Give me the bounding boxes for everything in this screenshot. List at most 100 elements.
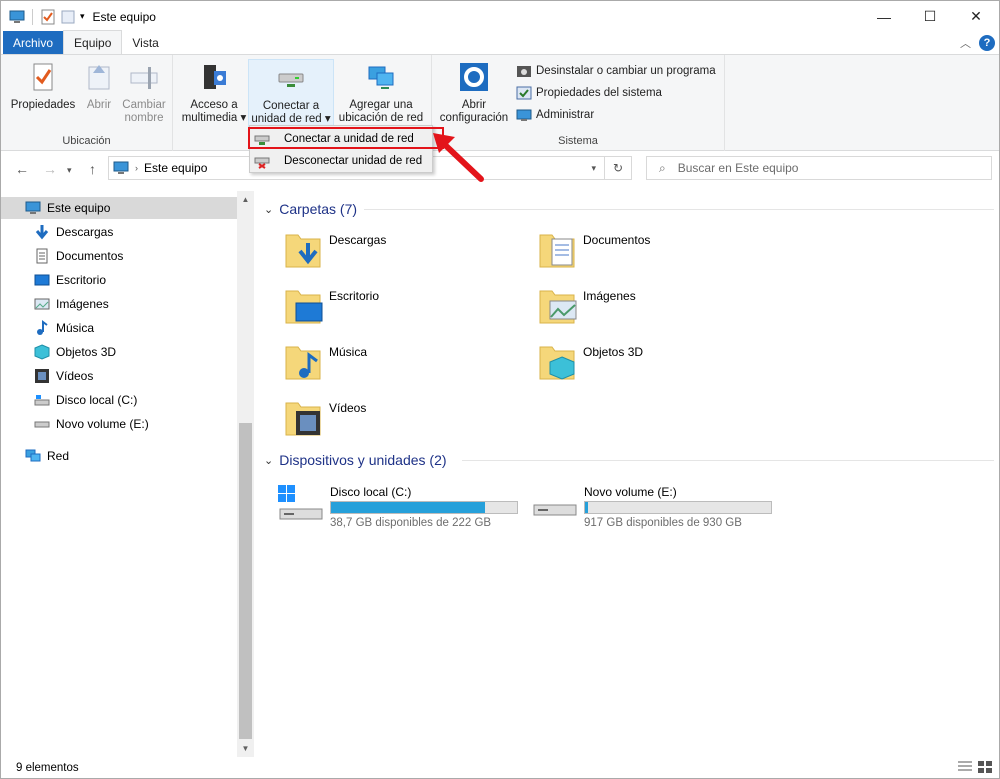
folder-name: Descargas (329, 233, 387, 247)
drive-icon (34, 395, 50, 406)
acceso-label-1: Acceso a (190, 99, 238, 111)
propiedades-button[interactable]: Propiedades (7, 59, 79, 112)
conectar-unidad-red-button[interactable]: Conectar a unidad de red ▾ (248, 59, 334, 129)
menu-item-desconectar-label: Desconectar unidad de red (284, 155, 423, 167)
cambiar-nombre-button[interactable]: Cambiar nombre (119, 59, 169, 125)
administrar-button[interactable]: Administrar (516, 105, 594, 125)
help-icon[interactable]: ? (979, 35, 995, 51)
abrir-configuracion-button[interactable]: Abrir configuración (436, 59, 512, 125)
computer-icon (113, 161, 129, 174)
agregar-label-1: Agregar una (349, 99, 413, 111)
drive-usage-fill (331, 502, 485, 513)
desinstalar-programa-button[interactable]: Desinstalar o cambiar un programa (516, 61, 716, 81)
drive-name: Disco local (C:) (330, 485, 412, 499)
refresh-button[interactable]: ↻ (605, 156, 632, 180)
nav-item-label: Este equipo (47, 201, 111, 215)
tab-archivo[interactable]: Archivo (3, 31, 64, 54)
config-label-2: configuración (439, 112, 509, 124)
folder-name: Imágenes (583, 289, 636, 303)
documents-folder-icon (539, 234, 575, 268)
nav-scrollbar[interactable]: ▲ ▼ (237, 191, 254, 757)
ribbon-collapse-icon[interactable]: ︿ (960, 35, 971, 51)
folder-musica[interactable]: Música (284, 341, 524, 389)
abrir-button[interactable]: Abrir (81, 59, 117, 112)
nav-item-videos[interactable]: Vídeos (1, 365, 237, 387)
folder-objetos-3d[interactable]: Objetos 3D (538, 341, 778, 389)
back-arrow-icon[interactable]: ← (15, 161, 29, 177)
close-button[interactable]: ✕ (953, 1, 999, 32)
forward-arrow-icon[interactable]: → (43, 161, 57, 177)
folder-videos[interactable]: Vídeos (284, 397, 524, 445)
properties-icon[interactable] (40, 9, 56, 25)
nav-item-este-equipo[interactable]: Este equipo (1, 197, 237, 219)
section-dispositivos-label: Dispositivos y unidades (2) (279, 452, 447, 468)
agregar-ubicacion-red-button[interactable]: Agregar una ubicación de red (335, 59, 427, 125)
config-label-1: Abrir (461, 99, 487, 111)
nav-item-novo-volume-e[interactable]: Novo volume (E:) (1, 413, 237, 435)
section-carpetas[interactable]: ⌄ Carpetas (7) (264, 199, 357, 219)
maximize-button[interactable]: ☐ (907, 1, 953, 32)
breadcrumb-chevron-icon[interactable]: › (135, 163, 138, 173)
section-dispositivos[interactable]: ⌄ Dispositivos y unidades (2) (264, 450, 447, 470)
nav-item-disco-c[interactable]: Disco local (C:) (1, 389, 237, 411)
menu-item-desconectar[interactable]: Desconectar unidad de red (250, 150, 432, 172)
folder-name: Documentos (583, 233, 651, 247)
item-count: 9 elementos (16, 761, 79, 774)
tab-vista[interactable]: Vista (122, 31, 168, 54)
nav-item-imagenes[interactable]: Imágenes (1, 293, 237, 315)
computer-icon (25, 201, 41, 214)
chevron-down-icon: ⌄ (264, 454, 274, 467)
system-properties-icon (516, 86, 532, 100)
folder-documentos[interactable]: Documentos (538, 229, 778, 277)
scroll-up-icon[interactable]: ▲ (237, 191, 254, 208)
minimize-button[interactable]: — (861, 1, 907, 32)
drive-c[interactable]: Disco local (C:) 38,7 GB disponibles de … (278, 483, 528, 531)
menu-item-conectar[interactable]: Conectar a unidad de red (250, 128, 432, 150)
recent-dropdown-icon[interactable]: ▾ (67, 165, 72, 176)
computer-management-icon (516, 109, 532, 121)
nav-item-objetos-3d[interactable]: Objetos 3D (1, 341, 237, 363)
network-drive-icon (278, 73, 304, 87)
qat-dropdown-icon[interactable]: ▾ (80, 11, 85, 22)
folder-escritorio[interactable]: Escritorio (284, 285, 524, 333)
nav-item-escritorio[interactable]: Escritorio (1, 269, 237, 291)
section-carpetas-label: Carpetas (7) (279, 201, 358, 217)
media-server-icon (204, 65, 226, 89)
window-title: Este equipo (92, 9, 156, 24)
downloads-icon (35, 225, 49, 240)
nav-item-label: Documentos (56, 249, 124, 263)
scroll-down-icon[interactable]: ▼ (237, 740, 254, 757)
nav-item-label: Red (47, 449, 70, 463)
search-box[interactable]: ⌕ Buscar en Este equipo (646, 156, 992, 180)
nav-item-label: Escritorio (56, 273, 107, 287)
scroll-thumb[interactable] (239, 423, 252, 739)
address-dropdown-icon[interactable]: ▾ (591, 163, 596, 174)
acceso-multimedia-button[interactable]: Acceso a multimedia ▾ (179, 59, 249, 125)
drive-usage-fill (585, 502, 588, 513)
details-view-icon[interactable] (957, 760, 973, 774)
tab-equipo[interactable]: Equipo (63, 30, 123, 54)
nav-item-documentos[interactable]: Documentos (1, 245, 237, 267)
title-bar: ▾ Este equipo — ☐ ✕ (1, 1, 999, 32)
new-folder-icon[interactable] (60, 9, 76, 25)
folder-descargas[interactable]: Descargas (284, 229, 524, 277)
drive-e[interactable]: Novo volume (E:) 917 GB disponibles de 9… (532, 483, 782, 531)
pictures-icon (34, 298, 50, 310)
nav-item-musica[interactable]: Música (1, 317, 237, 339)
folder-imagenes[interactable]: Imágenes (538, 285, 778, 333)
drive-free-space: 917 GB disponibles de 930 GB (584, 517, 742, 529)
large-icons-view-icon[interactable] (977, 760, 993, 774)
desktop-folder-icon (285, 290, 323, 324)
up-arrow-icon[interactable]: ↑ (89, 161, 96, 177)
propiedades-sistema-label: Propiedades del sistema (536, 87, 662, 99)
nav-item-descargas[interactable]: Descargas (1, 221, 237, 243)
nav-item-label: Vídeos (56, 369, 94, 383)
chevron-down-icon: ⌄ (264, 203, 274, 216)
section-divider (462, 460, 994, 461)
quick-access-toolbar: ▾ (9, 8, 85, 25)
propiedades-sistema-button[interactable]: Propiedades del sistema (516, 83, 662, 103)
administrar-label: Administrar (536, 109, 595, 121)
nav-item-label: Descargas (56, 225, 114, 239)
nav-item-red[interactable]: Red (1, 445, 237, 467)
videos-folder-icon (285, 402, 321, 436)
